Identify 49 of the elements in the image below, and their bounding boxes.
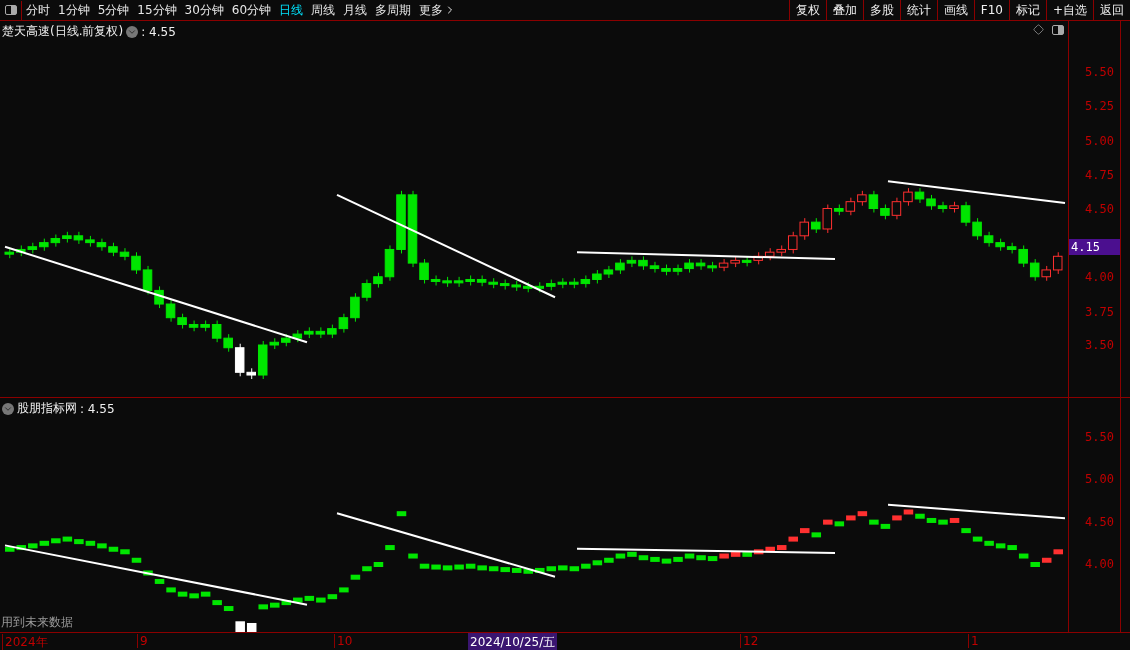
indicator-value: : 4.55 [141, 24, 176, 39]
price-tick: 4.50 [1085, 202, 1114, 216]
toolbar-button[interactable]: 复权 [788, 0, 826, 20]
date-label: 9 [137, 634, 148, 648]
period-tab[interactable]: 5分钟 [93, 1, 134, 19]
price-tick: 5.00 [1085, 134, 1114, 148]
dropdown-icon[interactable] [2, 402, 14, 415]
period-tab[interactable]: 多周期 [371, 1, 416, 19]
date-label: 1 [968, 634, 979, 648]
price-tick: 3.50 [1085, 338, 1114, 352]
toolbar-button[interactable]: 统计 [899, 0, 937, 20]
period-tab[interactable]: 60分钟 [227, 1, 276, 19]
toolbar-button[interactable]: 多股 [862, 0, 900, 20]
panel-toggle-icon[interactable] [1052, 24, 1064, 35]
value-tick: 4.50 [1085, 515, 1114, 529]
period-tab[interactable]: 月线 [339, 1, 372, 19]
toolbar-button[interactable]: 叠加 [825, 0, 863, 20]
period-tab[interactable]: 更多 [415, 1, 461, 19]
chart-title: 楚天高速(日线.前复权) [2, 23, 124, 40]
period-tab[interactable]: 分时 [22, 1, 54, 19]
price-tick: 5.50 [1085, 65, 1114, 79]
indicator-value: : 4.55 [80, 401, 115, 416]
period-tab[interactable]: 周线 [307, 1, 340, 19]
current-price-tag: 4.15 [1069, 239, 1120, 255]
dropdown-icon[interactable] [126, 25, 139, 38]
price-tick: 4.00 [1085, 270, 1114, 284]
value-tick: 4.00 [1085, 557, 1114, 571]
toolbar-button[interactable]: 标记 [1008, 0, 1046, 20]
toolbar-button[interactable]: 画线 [936, 0, 974, 20]
date-label: 10 [334, 634, 353, 648]
period-tab[interactable]: 日线 [275, 1, 308, 19]
toolbar-button[interactable]: 返回 [1093, 0, 1130, 20]
value-tick: 5.00 [1085, 472, 1114, 486]
date-label: 12 [740, 634, 759, 648]
toolbar-button[interactable]: +自选 [1045, 0, 1093, 20]
price-tick: 5.25 [1085, 99, 1114, 113]
panel-toggle-icon[interactable] [4, 5, 17, 15]
warning-note: 用到未来数据 [1, 614, 73, 631]
diamond-icon[interactable] [1033, 24, 1044, 35]
cursor-date: 2024/10/25/五 [468, 633, 558, 650]
indicator-title: 股朋指标网 [17, 400, 77, 417]
period-tab[interactable]: 1分钟 [54, 1, 94, 19]
price-tick: 3.75 [1085, 305, 1114, 319]
price-tick: 4.75 [1085, 168, 1114, 182]
value-tick: 5.50 [1085, 430, 1114, 444]
period-tab[interactable]: 30分钟 [180, 1, 228, 19]
toolbar-button[interactable]: F10 [973, 0, 1009, 20]
date-label: 2024年 [2, 634, 48, 650]
period-tab[interactable]: 15分钟 [133, 1, 181, 19]
